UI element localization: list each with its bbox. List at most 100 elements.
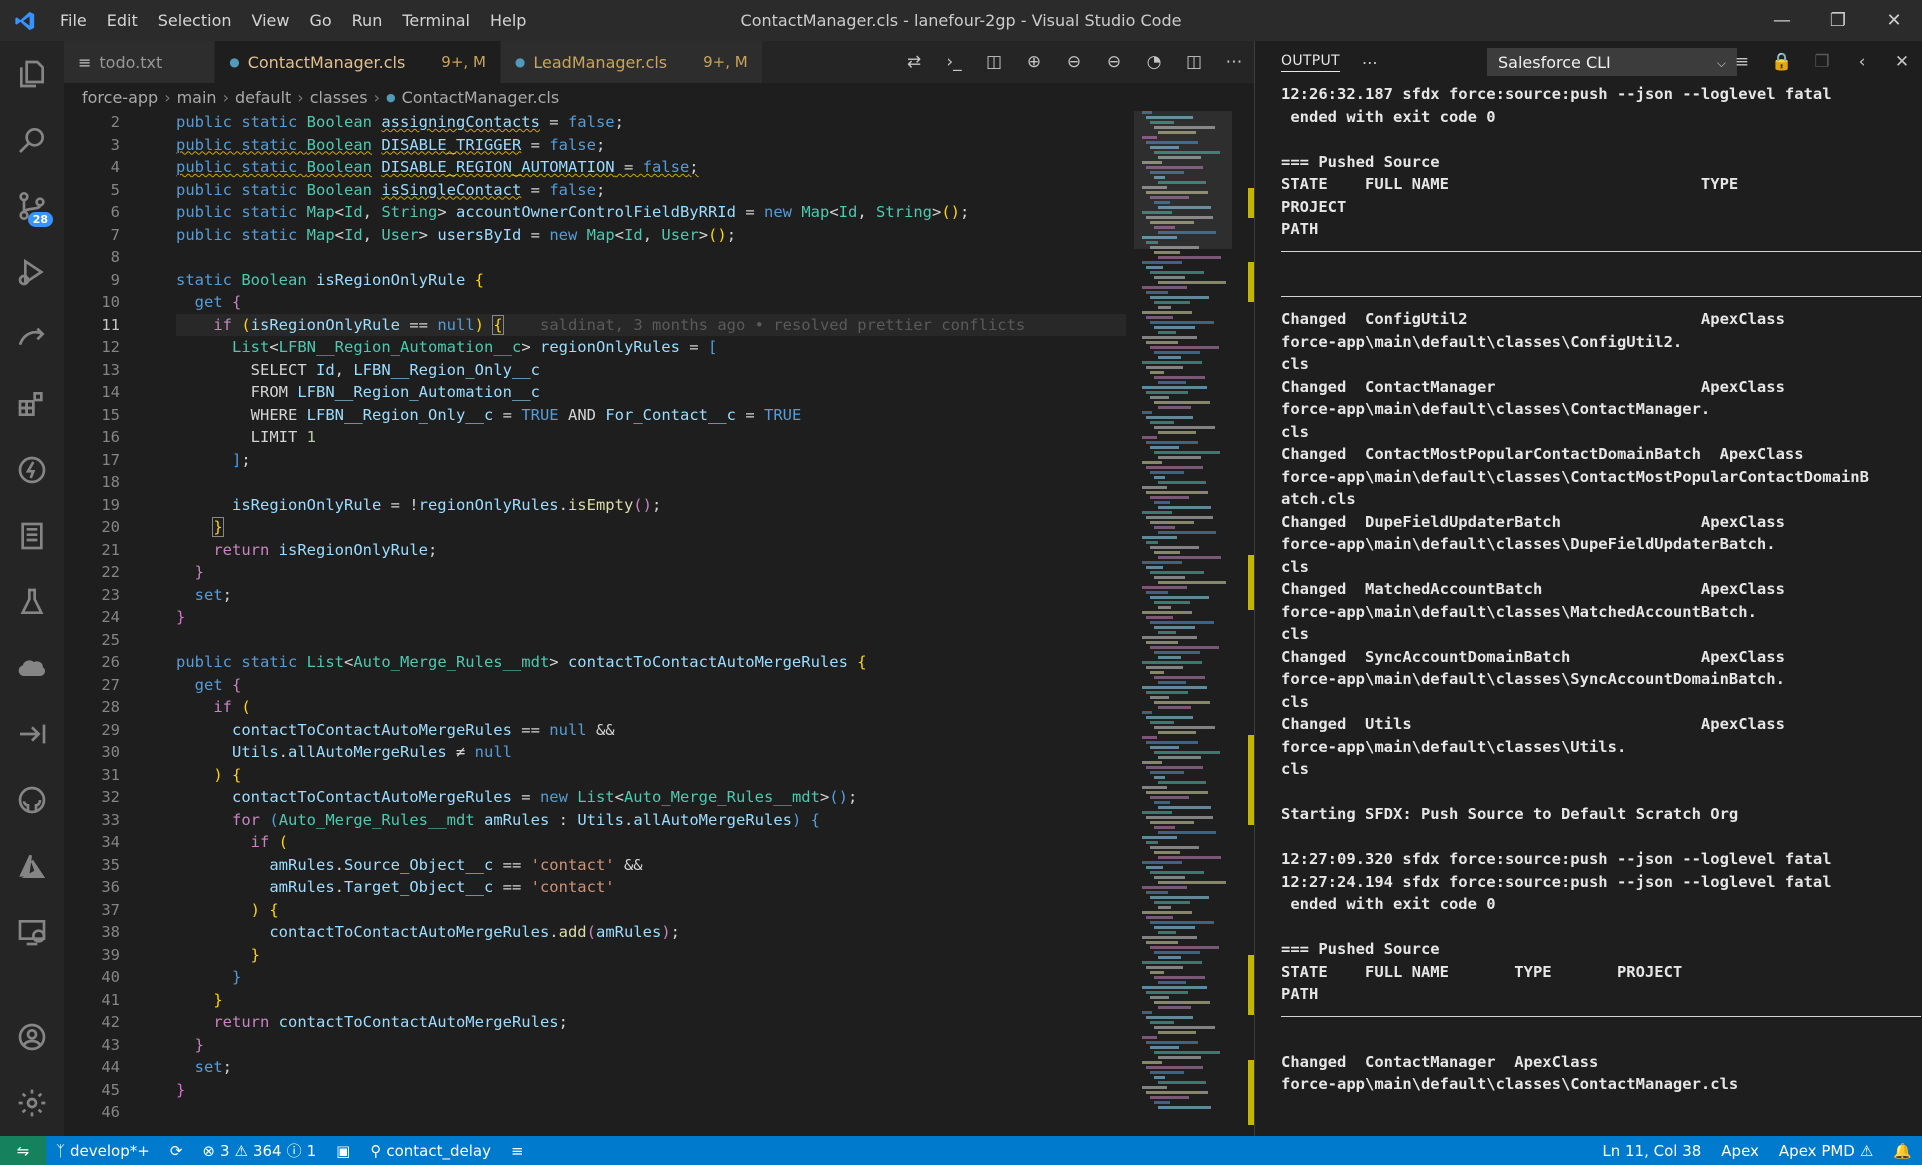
gear-icon[interactable]	[0, 1070, 64, 1136]
minimap-line	[1154, 901, 1190, 904]
account-icon[interactable]	[0, 1004, 64, 1070]
salesforce-cloud-icon[interactable]	[0, 635, 64, 701]
warning-icon: ⚠	[234, 1141, 248, 1160]
notebook-icon[interactable]	[0, 503, 64, 569]
github-icon[interactable]	[0, 767, 64, 833]
clear-output-icon[interactable]: ≡	[1722, 41, 1762, 83]
breadcrumb-item[interactable]: force-app	[82, 88, 158, 107]
minimap-line	[1142, 286, 1187, 289]
more-icon[interactable]: ⋯	[1362, 53, 1378, 72]
menu-edit[interactable]: Edit	[97, 0, 148, 41]
lock-scroll-icon[interactable]: 🔒	[1762, 41, 1802, 83]
plug-icon: ⚲	[370, 1141, 382, 1160]
search-icon[interactable]	[0, 107, 64, 173]
minimap-line	[1146, 991, 1188, 994]
minimap-line	[1150, 221, 1194, 224]
more-actions-icon[interactable]: ⋯	[1214, 41, 1254, 83]
code-line: }	[212, 517, 224, 537]
tab-contact-manager[interactable]: ● ContactManager.cls 9+, M	[215, 41, 501, 83]
source-control-icon[interactable]: 28	[0, 173, 64, 239]
minimap-line	[1150, 746, 1179, 749]
browser-icon[interactable]: ▣	[326, 1136, 360, 1165]
line-number: 5	[110, 180, 120, 199]
split-editor-icon[interactable]: ◫	[1174, 41, 1214, 83]
open-in-editor-icon[interactable]: ❐	[1802, 41, 1842, 83]
line-number: 8	[110, 248, 120, 266]
remote-icon[interactable]	[0, 305, 64, 371]
error-count: 3	[219, 1141, 230, 1160]
minimap-line	[1158, 406, 1191, 409]
language-mode[interactable]: Apex	[1711, 1136, 1769, 1165]
minimap-line	[1158, 331, 1176, 334]
minimap[interactable]	[1134, 111, 1232, 1136]
extensions-icon[interactable]	[0, 371, 64, 437]
code-line: SELECT Id, LFBN__Region_Only__c	[250, 360, 540, 379]
compare-changes-icon[interactable]: ⇄	[894, 41, 934, 83]
minimap-line	[1154, 476, 1165, 479]
git-blame-annotation: saldinat, 3 months ago • resolved pretti…	[540, 315, 1026, 334]
panel-title-output[interactable]: OUTPUT	[1281, 53, 1340, 72]
git-commit-icon[interactable]: ⊕	[1014, 41, 1054, 83]
info-icon: ⓘ	[286, 1142, 302, 1160]
minimize-icon[interactable]: —	[1754, 0, 1810, 41]
code-line: set;	[194, 1058, 233, 1076]
minimap-line	[1150, 146, 1179, 149]
previous-change-icon[interactable]: ⊖	[1054, 41, 1094, 83]
apex-file-icon: ●	[229, 55, 240, 69]
explorer-icon[interactable]	[0, 41, 64, 107]
git-branch-status[interactable]: ᛉ develop*+	[46, 1136, 160, 1165]
code-line: return isRegionOnlyRule;	[213, 540, 438, 559]
cursor-position[interactable]: Ln 11, Col 38	[1592, 1136, 1711, 1165]
problems-status[interactable]: ⊗ 3 ⚠ 364 ⓘ 1	[192, 1136, 326, 1165]
close-panel-icon[interactable]: ✕	[1882, 41, 1922, 83]
minimap-line	[1142, 461, 1162, 464]
minimap-line	[1158, 1056, 1201, 1059]
notifications-icon[interactable]: 🔔	[1883, 1136, 1922, 1165]
linter-status[interactable]: Apex PMD ⚠	[1769, 1136, 1883, 1165]
code-line: public static List<Auto_Merge_Rules__mdt…	[176, 653, 867, 671]
menu-terminal[interactable]: Terminal	[392, 0, 480, 41]
activity-bar: 28	[0, 41, 64, 1136]
breadcrumb-item[interactable]: main	[177, 88, 217, 107]
output-channel-select[interactable]: Salesforce CLI ⌵	[1487, 48, 1737, 76]
restore-icon[interactable]: ❐	[1810, 0, 1866, 41]
tab-todo[interactable]: ≡ todo.txt	[64, 41, 216, 83]
run-debug-icon[interactable]	[0, 239, 64, 305]
line-number: 20	[101, 518, 120, 536]
sync-icon[interactable]: ⟳	[160, 1136, 193, 1165]
output-line: 12:26:32.187 sfdx force:source:push --js…	[1281, 85, 1832, 103]
menu-view[interactable]: View	[242, 0, 300, 41]
breadcrumb-item[interactable]: default	[235, 88, 291, 107]
minimap-line	[1142, 961, 1202, 964]
testing-icon[interactable]	[0, 569, 64, 635]
terminal-icon[interactable]: ›_	[934, 41, 974, 83]
menu-run[interactable]: Run	[342, 0, 393, 41]
database-icon[interactable]: ◫	[974, 41, 1014, 83]
remote-indicator-icon[interactable]: ⇋	[0, 1136, 46, 1165]
lightning-icon[interactable]	[0, 437, 64, 503]
minimap-line	[1154, 926, 1195, 929]
menu-help[interactable]: Help	[480, 0, 536, 41]
menu-file[interactable]: File	[50, 0, 97, 41]
menu-go[interactable]: Go	[299, 0, 341, 41]
breadcrumb-item[interactable]: classes	[310, 88, 368, 107]
azure-icon[interactable]	[0, 833, 64, 899]
line-number: 34	[101, 833, 120, 851]
arrow-right-icon[interactable]	[0, 701, 64, 767]
minimap-line	[1150, 896, 1209, 899]
menu-selection[interactable]: Selection	[148, 0, 242, 41]
breadcrumb-item[interactable]: ContactManager.cls	[402, 88, 560, 107]
minimap-line	[1154, 826, 1175, 829]
tab-lead-manager[interactable]: ● LeadManager.cls 9+, M	[500, 41, 763, 83]
close-icon[interactable]: ✕	[1866, 0, 1922, 41]
next-change-icon[interactable]: ⊖	[1094, 41, 1134, 83]
minimap-line	[1150, 496, 1189, 499]
chevron-left-icon[interactable]: ‹	[1842, 41, 1882, 83]
default-org-status[interactable]: ⚲ contact_delay	[360, 1136, 501, 1165]
output-log[interactable]: 12:26:32.187 sfdx force:source:push --js…	[1281, 83, 1921, 1096]
remote-explorer-icon[interactable]	[0, 899, 64, 965]
code-line: amRules.Target_Object__c == 'contact'	[269, 878, 615, 896]
timeline-icon[interactable]: ◔	[1134, 41, 1174, 83]
list-icon[interactable]: ≡	[501, 1136, 534, 1165]
code-editor[interactable]: 2 3 4 5 6 7 8 9 10 11 12 13 14 15 16 17 18 19 20 21 22 23 24 25…	[64, 111, 1126, 1136]
